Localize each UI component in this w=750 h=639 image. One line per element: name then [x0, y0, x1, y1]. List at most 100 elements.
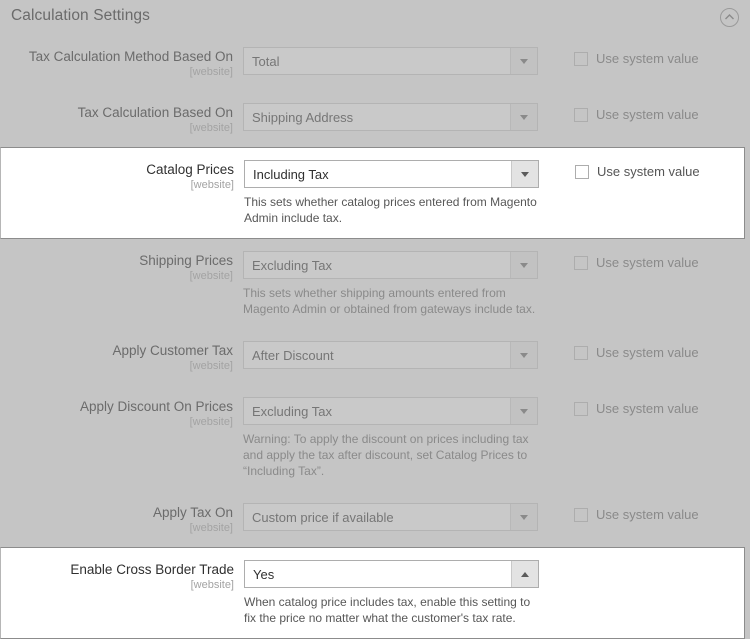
use-system-value-checkbox[interactable] [574, 52, 588, 66]
chevron-up-circle-icon[interactable] [720, 8, 739, 27]
setting-row: Apply Customer Tax [website] After Discoun… [0, 329, 750, 385]
setting-label: Shipping Prices [139, 253, 233, 268]
use-system-value-label: Use system value [596, 107, 699, 122]
setting-row: Catalog Prices [website] Including Tax This… [0, 147, 745, 239]
calculation-settings-panel: Calculation Settings Tax Calculation Met… [0, 0, 750, 639]
setting-control-column: Shipping Address [243, 103, 543, 131]
use-system-value-column: Use system value [543, 503, 750, 523]
use-system-value-column: Use system value [543, 103, 750, 123]
setting-label-column: Shipping Prices [website] [0, 251, 243, 283]
use-system-value-column: Use system value [543, 251, 750, 271]
use-system-value-checkbox[interactable] [575, 165, 589, 179]
setting-label-column: Enable Cross Border Trade [website] [1, 560, 244, 592]
setting-label: Enable Cross Border Trade [70, 562, 234, 577]
setting-help-text: When catalog price includes tax, enable … [244, 595, 531, 625]
arrow-glyph [520, 352, 528, 358]
setting-label: Tax Calculation Based On [77, 105, 233, 120]
setting-control-column: Excluding Tax Warning: To apply the disco… [243, 397, 543, 479]
use-system-value-label: Use system value [596, 507, 699, 522]
use-system-value-column: Use system value [543, 47, 750, 67]
chevron-down-icon[interactable] [510, 398, 537, 424]
arrow-glyph [520, 58, 528, 64]
setting-row-inner: Enable Cross Border Trade [website] Yes Whe… [1, 548, 744, 638]
setting-label-column: Apply Customer Tax [website] [0, 341, 243, 373]
setting-row: Apply Discount On Prices [website] Excludi… [0, 385, 750, 491]
setting-label-column: Catalog Prices [website] [1, 160, 244, 192]
use-system-value-label: Use system value [596, 345, 699, 360]
setting-control-column: Custom price if available [243, 503, 543, 531]
chevron-down-icon[interactable] [510, 342, 537, 368]
setting-select-value: Including Tax [253, 167, 329, 182]
setting-scope-label: [website] [189, 122, 233, 134]
use-system-value-column: Use system value [543, 341, 750, 361]
chevron-down-icon[interactable] [510, 48, 537, 74]
setting-control-column: Yes When catalog price includes tax, enab… [244, 560, 544, 626]
arrow-glyph [520, 114, 528, 120]
setting-help-text: Warning: To apply the discount on prices… [243, 432, 529, 478]
chevron-up-icon[interactable] [511, 561, 538, 587]
setting-help-text: This sets whether catalog prices entered… [244, 195, 537, 225]
setting-row-inner: Apply Tax On [website] Custom price if ava… [0, 491, 750, 547]
use-system-value-label: Use system value [596, 255, 699, 270]
arrow-glyph [520, 514, 528, 520]
setting-select[interactable]: Custom price if available [243, 503, 538, 531]
panel-header[interactable]: Calculation Settings [0, 0, 750, 35]
setting-label: Apply Tax On [152, 505, 233, 520]
setting-scope-label: [website] [189, 522, 233, 534]
setting-scope-label: [website] [189, 416, 233, 428]
setting-select[interactable]: Total [243, 47, 538, 75]
setting-select[interactable]: Including Tax [244, 160, 539, 188]
use-system-value-checkbox[interactable] [574, 108, 588, 122]
setting-label-column: Tax Calculation Based On [website] [0, 103, 243, 135]
setting-select[interactable]: Shipping Address [243, 103, 538, 131]
setting-select[interactable]: Yes [244, 560, 539, 588]
setting-label: Catalog Prices [146, 162, 234, 177]
setting-control-column: Including Tax This sets whether catalog p… [244, 160, 544, 226]
setting-row-inner: Shipping Prices [website] Excluding Tax Thi… [0, 239, 750, 329]
use-system-value-column: Use system value [543, 397, 750, 417]
setting-control-column: Total [243, 47, 543, 75]
setting-label: Apply Customer Tax [112, 343, 233, 358]
chevron-down-icon[interactable] [510, 104, 537, 130]
setting-scope-label: [website] [190, 179, 234, 191]
setting-select[interactable]: After Discount [243, 341, 538, 369]
setting-control-column: After Discount [243, 341, 543, 369]
use-system-value-checkbox[interactable] [574, 402, 588, 416]
use-system-value-checkbox[interactable] [574, 346, 588, 360]
setting-scope-label: [website] [189, 66, 233, 78]
chevron-down-icon[interactable] [510, 252, 537, 278]
setting-row-inner: Apply Customer Tax [website] After Discoun… [0, 329, 750, 385]
setting-select-value: Excluding Tax [252, 258, 332, 273]
use-system-value-label: Use system value [596, 51, 699, 66]
setting-scope-label: [website] [189, 270, 233, 282]
setting-label-column: Apply Discount On Prices [website] [0, 397, 243, 429]
use-system-value-label: Use system value [596, 401, 699, 416]
arrow-glyph [521, 571, 529, 577]
setting-scope-label: [website] [190, 579, 234, 591]
use-system-value-label: Use system value [597, 164, 700, 179]
settings-rows: Tax Calculation Method Based On [website]… [0, 35, 750, 639]
setting-row-inner: Apply Discount On Prices [website] Excludi… [0, 385, 750, 491]
setting-row: Shipping Prices [website] Excluding Tax Thi… [0, 239, 750, 329]
setting-select-value: Total [252, 54, 280, 69]
setting-select-value: After Discount [252, 348, 334, 363]
setting-row-inner: Tax Calculation Method Based On [website]… [0, 35, 750, 91]
use-system-value-checkbox[interactable] [574, 508, 588, 522]
setting-scope-label: [website] [189, 360, 233, 372]
page-title: Calculation Settings [11, 7, 150, 24]
setting-select-value: Shipping Address [252, 110, 354, 125]
chevron-down-icon[interactable] [511, 161, 538, 187]
setting-row: Apply Tax On [website] Custom price if ava… [0, 491, 750, 547]
use-system-value-checkbox[interactable] [574, 256, 588, 270]
setting-select[interactable]: Excluding Tax [243, 397, 538, 425]
setting-label: Apply Discount On Prices [79, 399, 233, 414]
setting-row-inner: Tax Calculation Based On [website] Shippin… [0, 91, 750, 147]
setting-row: Tax Calculation Method Based On [website]… [0, 35, 750, 91]
setting-label-column: Tax Calculation Method Based On [website] [0, 47, 243, 79]
arrow-glyph [520, 408, 528, 414]
setting-row: Enable Cross Border Trade [website] Yes Whe… [0, 547, 745, 639]
setting-select[interactable]: Excluding Tax [243, 251, 538, 279]
setting-control-column: Excluding Tax This sets whether shipping … [243, 251, 543, 317]
setting-label-column: Apply Tax On [website] [0, 503, 243, 535]
chevron-down-icon[interactable] [510, 504, 537, 530]
